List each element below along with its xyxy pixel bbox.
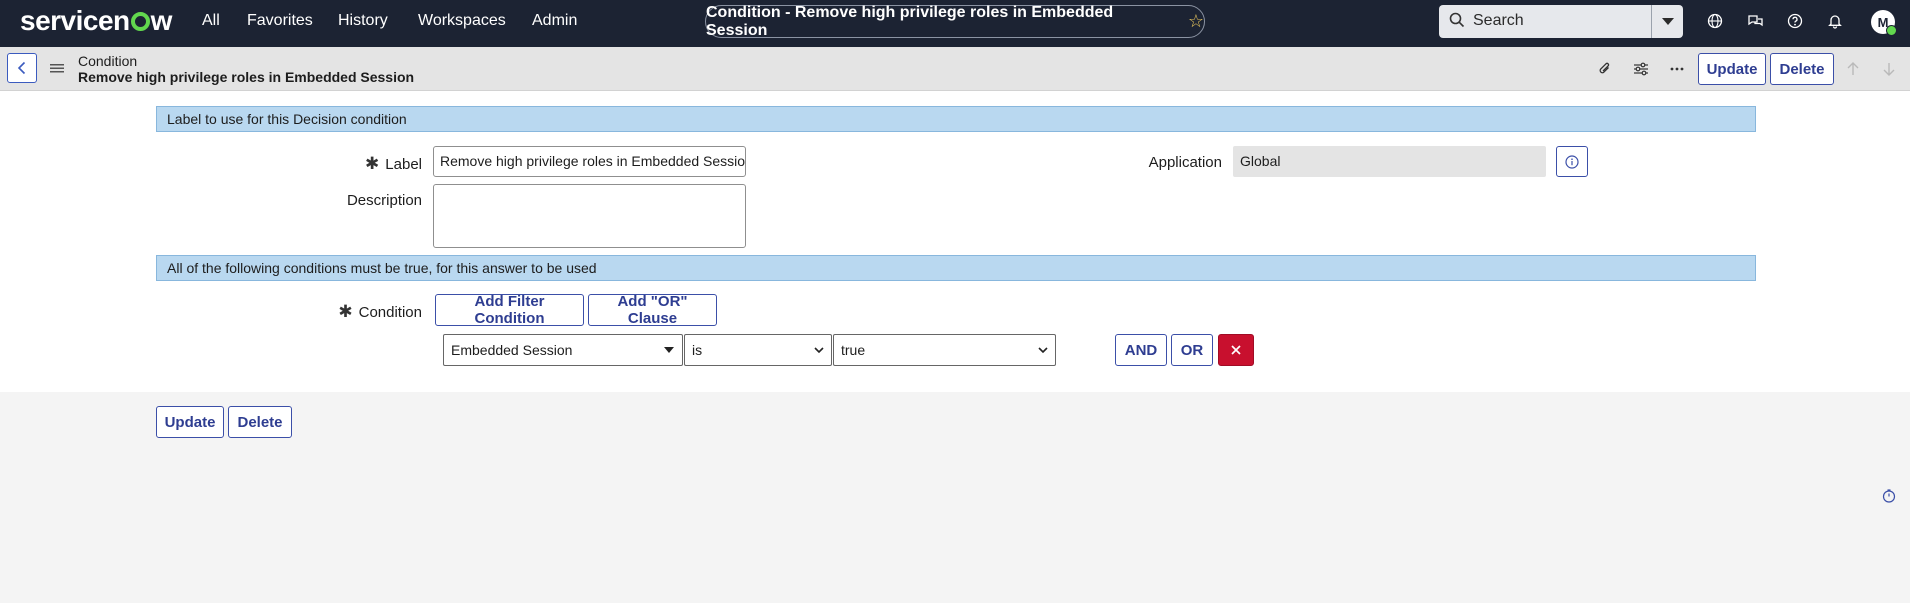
presence-status-dot [1886, 25, 1897, 36]
nav-workspaces[interactable]: Workspaces [418, 11, 506, 31]
servicenow-logo[interactable]: servicen w [20, 5, 172, 37]
application-info-button[interactable] [1556, 146, 1588, 177]
nav-admin[interactable]: Admin [532, 11, 577, 31]
add-filter-condition-button[interactable]: Add Filter Condition [435, 293, 584, 327]
condition-value-text: true [841, 342, 866, 358]
nav-favorites[interactable]: Favorites [247, 11, 313, 31]
arrow-up-icon[interactable] [1844, 60, 1862, 78]
search-icon [1449, 12, 1465, 28]
bell-icon[interactable] [1825, 11, 1845, 31]
global-search[interactable]: Search [1439, 5, 1683, 38]
required-asterisk-icon: ✱ [365, 154, 380, 173]
remove-condition-button[interactable] [1218, 334, 1254, 366]
footer-delete-button[interactable]: Delete [228, 406, 292, 438]
search-input[interactable]: Search [1473, 12, 1524, 30]
label-field-label: ✱ Label [300, 154, 422, 174]
footer-update-button[interactable]: Update [156, 406, 224, 438]
user-avatar[interactable]: M [1871, 10, 1897, 36]
logo-text-end: w [150, 5, 173, 36]
chevron-down-icon [1038, 347, 1048, 354]
close-icon [1231, 345, 1241, 355]
label-field-label-text: Label [385, 156, 422, 173]
globe-icon[interactable] [1705, 11, 1725, 31]
chevron-left-icon [17, 61, 26, 75]
record-title: Condition - Remove high privilege roles … [706, 3, 1114, 39]
required-asterisk-icon: ✱ [338, 302, 353, 321]
application-field-label: Application [1148, 154, 1222, 171]
nav-all[interactable]: All [202, 11, 220, 31]
condition-value-select[interactable]: true [833, 334, 1056, 366]
search-scope-dropdown-button[interactable] [1651, 5, 1683, 38]
section-label-heading: Label to use for this Decision condition [156, 106, 1756, 132]
record-type-label: Condition [78, 53, 138, 69]
personalize-sliders-icon[interactable] [1632, 60, 1650, 78]
condition-field-select[interactable]: Embedded Session [443, 334, 683, 366]
star-icon[interactable]: ☆ [1188, 11, 1204, 32]
arrow-down-icon[interactable] [1880, 60, 1898, 78]
condition-field-label-text: Condition [358, 304, 422, 321]
or-condition-button[interactable]: OR [1171, 334, 1213, 366]
condition-field-value: Embedded Session [451, 342, 573, 358]
help-icon[interactable] [1785, 11, 1805, 31]
label-input[interactable]: Remove high privilege roles in Embedded … [433, 146, 746, 177]
header-update-button[interactable]: Update [1698, 53, 1766, 85]
logo-text-start: servicen [20, 5, 130, 36]
chat-icon[interactable] [1745, 11, 1765, 31]
record-name-label: Remove high privilege roles in Embedded … [78, 69, 415, 85]
form-header: Condition Remove high privilege roles in… [0, 47, 1910, 91]
add-or-clause-button[interactable]: Add "OR" Clause [588, 293, 717, 327]
logo-o-mark [130, 12, 150, 31]
condition-operator-value: is [692, 342, 703, 358]
condition-field-label: ✱ Condition [300, 302, 422, 322]
condition-operator-select[interactable]: is [684, 334, 832, 366]
chevron-down-icon [814, 347, 824, 354]
record-title-pill[interactable]: Condition - Remove high privilege roles … [705, 3, 1205, 39]
nav-history[interactable]: History [338, 11, 388, 31]
header-delete-button[interactable]: Delete [1770, 53, 1834, 85]
section-conditions-heading: All of the following conditions must be … [156, 255, 1756, 281]
more-options-icon[interactable] [1668, 60, 1686, 78]
back-button[interactable] [7, 53, 37, 83]
form-body: Label to use for this Decision condition… [0, 91, 1910, 392]
info-icon [1565, 154, 1579, 169]
and-condition-button[interactable]: AND [1115, 334, 1167, 366]
description-field-label: Description [346, 192, 422, 209]
top-navigation: servicen w All Favorites History Workspac… [0, 0, 1910, 47]
description-textarea[interactable] [433, 184, 746, 248]
form-menu-icon[interactable] [50, 61, 64, 79]
response-time-icon[interactable] [1882, 489, 1896, 503]
caret-down-icon [664, 347, 674, 353]
paperclip-icon[interactable] [1596, 60, 1614, 78]
application-readonly-value: Global [1233, 146, 1546, 177]
